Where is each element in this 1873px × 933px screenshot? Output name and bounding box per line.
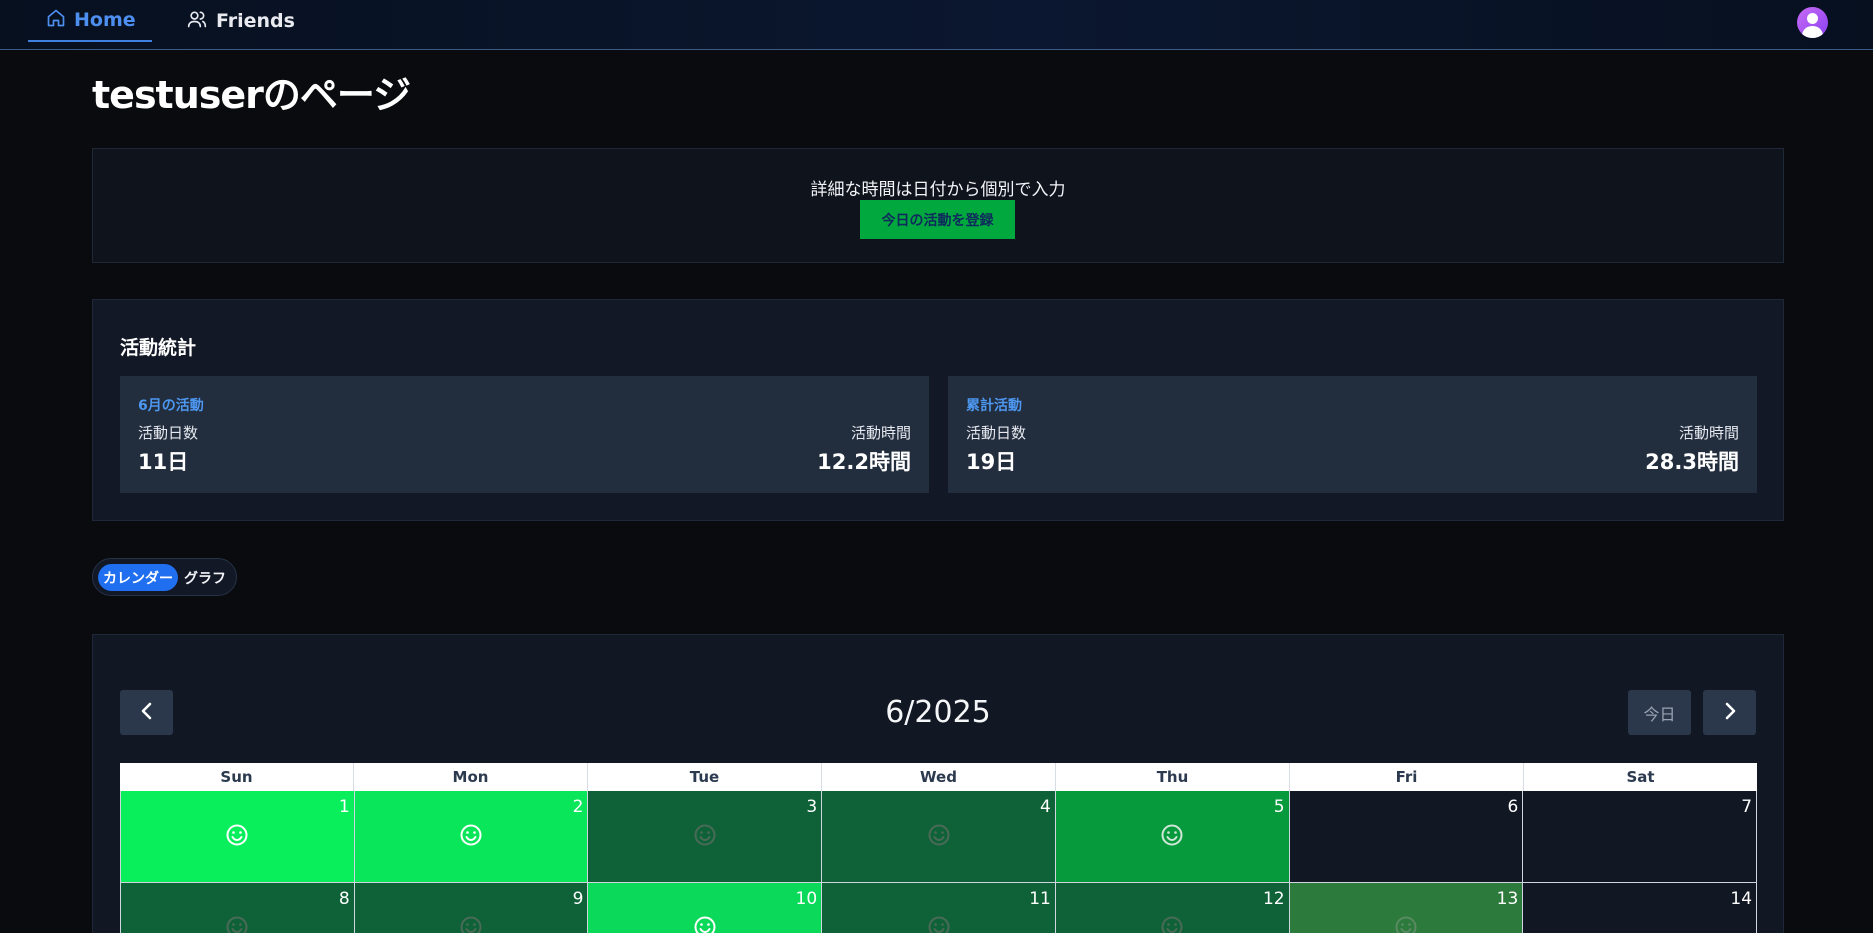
smiley-icon xyxy=(928,824,950,846)
calendar-panel: 6/2025 今日 Sun Mon Tue Wed Thu Fri Sat 12… xyxy=(92,634,1784,933)
smiley-icon xyxy=(694,824,716,846)
month-time-value: 12.2時間 xyxy=(817,450,911,474)
calendar-day[interactable]: 3 xyxy=(588,791,823,883)
calendar-day[interactable]: 4 xyxy=(822,791,1056,883)
total-stats-card: 累計活動 活動日数 19日 活動時間 28.3時間 xyxy=(948,376,1757,493)
total-days-value: 19日 xyxy=(966,450,1017,474)
month-stats-card: 6月の活動 活動日数 11日 活動時間 12.2時間 xyxy=(120,376,929,493)
total-time-value: 28.3時間 xyxy=(1645,450,1739,474)
calendar-day[interactable]: 5 xyxy=(1055,791,1290,883)
toggle-graph[interactable]: グラフ xyxy=(180,564,230,591)
smiley-icon xyxy=(694,916,716,933)
calendar-day[interactable]: 8 xyxy=(120,883,355,933)
day-number: 2 xyxy=(572,797,584,817)
calendar-day[interactable]: 2 xyxy=(354,791,589,883)
day-number: 5 xyxy=(1273,797,1285,817)
calendar-day[interactable]: 7 xyxy=(1523,791,1758,883)
nav-friends-label: Friends xyxy=(216,10,295,32)
next-month-button[interactable] xyxy=(1703,690,1756,735)
weekday-label: Sun xyxy=(120,763,354,791)
smiley-icon xyxy=(460,824,482,846)
smiley-icon xyxy=(226,916,248,933)
calendar-day[interactable]: 1 xyxy=(120,791,355,883)
day-number: 7 xyxy=(1741,797,1753,817)
total-time-label: 活動時間 xyxy=(1678,424,1739,442)
smiley-icon xyxy=(1395,916,1417,933)
day-number: 1 xyxy=(338,797,350,817)
calendar-grid: Sun Mon Tue Wed Thu Fri Sat 1 2 3 4 5 6 7 8 9 10 1… xyxy=(120,763,1758,933)
day-number: 13 xyxy=(1496,889,1519,909)
calendar-week: 8 9 10 11 12 13 14 xyxy=(120,883,1758,933)
calendar-day[interactable]: 9 xyxy=(354,883,589,933)
calendar-day[interactable]: 6 xyxy=(1289,791,1524,883)
weekday-header: Sun Mon Tue Wed Thu Fri Sat xyxy=(120,763,1757,791)
home-icon xyxy=(46,8,74,33)
weekday-label: Thu xyxy=(1056,763,1290,791)
calendar-title: 6/2025 xyxy=(885,695,991,730)
register-today-button[interactable]: 今日の活動を登録 xyxy=(860,200,1015,239)
smiley-icon xyxy=(1161,824,1183,846)
today-button[interactable]: 今日 xyxy=(1628,690,1691,735)
stats-heading: 活動統計 xyxy=(120,337,197,359)
weekday-label: Tue xyxy=(588,763,822,791)
month-days-value: 11日 xyxy=(138,450,189,474)
calendar-day[interactable]: 11 xyxy=(822,883,1056,933)
month-stats-title: 6月の活動 xyxy=(138,398,204,414)
toggle-calendar[interactable]: カレンダー xyxy=(98,564,178,591)
weekday-label: Mon xyxy=(354,763,588,791)
calendar-day[interactable]: 14 xyxy=(1523,883,1758,933)
nav-home-label: Home xyxy=(74,9,136,31)
calendar-day[interactable]: 13 xyxy=(1289,883,1524,933)
users-icon xyxy=(186,9,216,34)
calendar-day[interactable]: 12 xyxy=(1055,883,1290,933)
smiley-icon xyxy=(460,916,482,933)
chevron-right-icon xyxy=(1723,702,1737,724)
day-number: 6 xyxy=(1507,797,1519,817)
month-time-label: 活動時間 xyxy=(850,424,911,442)
total-days-label: 活動日数 xyxy=(966,424,1027,442)
day-number: 10 xyxy=(795,889,818,909)
day-number: 8 xyxy=(338,889,350,909)
weekday-label: Wed xyxy=(822,763,1056,791)
total-stats-title: 累計活動 xyxy=(966,398,1022,414)
day-number: 4 xyxy=(1040,797,1051,817)
day-number: 9 xyxy=(572,889,584,909)
page-title: testuserのページ xyxy=(92,73,411,117)
calendar-day[interactable]: 10 xyxy=(588,883,823,933)
day-number: 14 xyxy=(1730,889,1753,909)
smiley-icon xyxy=(226,824,248,846)
stats-panel: 活動統計 6月の活動 活動日数 11日 活動時間 12.2時間 累計活動 活動日… xyxy=(92,299,1784,521)
nav-friends[interactable]: Friends xyxy=(186,0,295,42)
month-days-label: 活動日数 xyxy=(138,424,199,442)
view-toggle: カレンダー グラフ xyxy=(92,558,237,596)
day-number: 3 xyxy=(806,797,818,817)
weekday-label: Sat xyxy=(1626,768,1655,786)
register-hint: 詳細な時間は日付から個別で入力 xyxy=(810,180,1066,200)
smiley-icon xyxy=(1161,916,1183,933)
smiley-icon xyxy=(928,916,950,933)
avatar-icon[interactable] xyxy=(1797,7,1828,38)
day-number: 12 xyxy=(1262,889,1285,909)
nav-home[interactable]: Home xyxy=(28,0,152,42)
calendar-week: 1 2 3 4 5 6 7 xyxy=(120,791,1758,883)
calendar-weeks: 1 2 3 4 5 6 7 8 9 10 11 12 13 14 xyxy=(120,791,1758,933)
weekday-label: Fri xyxy=(1290,763,1524,791)
top-nav: Home Friends xyxy=(0,0,1873,50)
day-number: 11 xyxy=(1029,889,1051,909)
register-panel: 詳細な時間は日付から個別で入力 今日の活動を登録 xyxy=(92,148,1784,263)
